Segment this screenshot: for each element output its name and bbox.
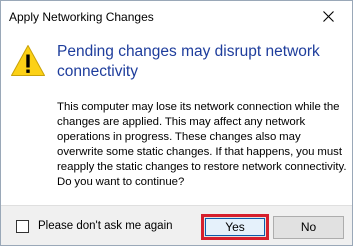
dialog-message: This computer may lose its network conne… xyxy=(57,101,347,188)
dialog-heading: Pending changes may disrupt network conn… xyxy=(57,43,320,80)
title-bar[interactable]: Apply Networking Changes xyxy=(1,1,352,33)
close-icon xyxy=(323,11,334,22)
yes-button[interactable]: Yes xyxy=(201,214,269,240)
dialog-footer: Please don't ask me again Yes No xyxy=(1,205,352,245)
dont-ask-label[interactable]: Please don't ask me again xyxy=(38,219,173,234)
dialog-title: Apply Networking Changes xyxy=(9,10,154,24)
close-button[interactable] xyxy=(306,1,352,32)
warning-icon xyxy=(11,45,45,76)
dialog-window: Apply Networking Changes Pending changes… xyxy=(0,0,353,246)
yes-button-label: Yes xyxy=(205,218,265,236)
dont-ask-checkbox[interactable] xyxy=(16,220,29,233)
no-button[interactable]: No xyxy=(273,216,344,239)
